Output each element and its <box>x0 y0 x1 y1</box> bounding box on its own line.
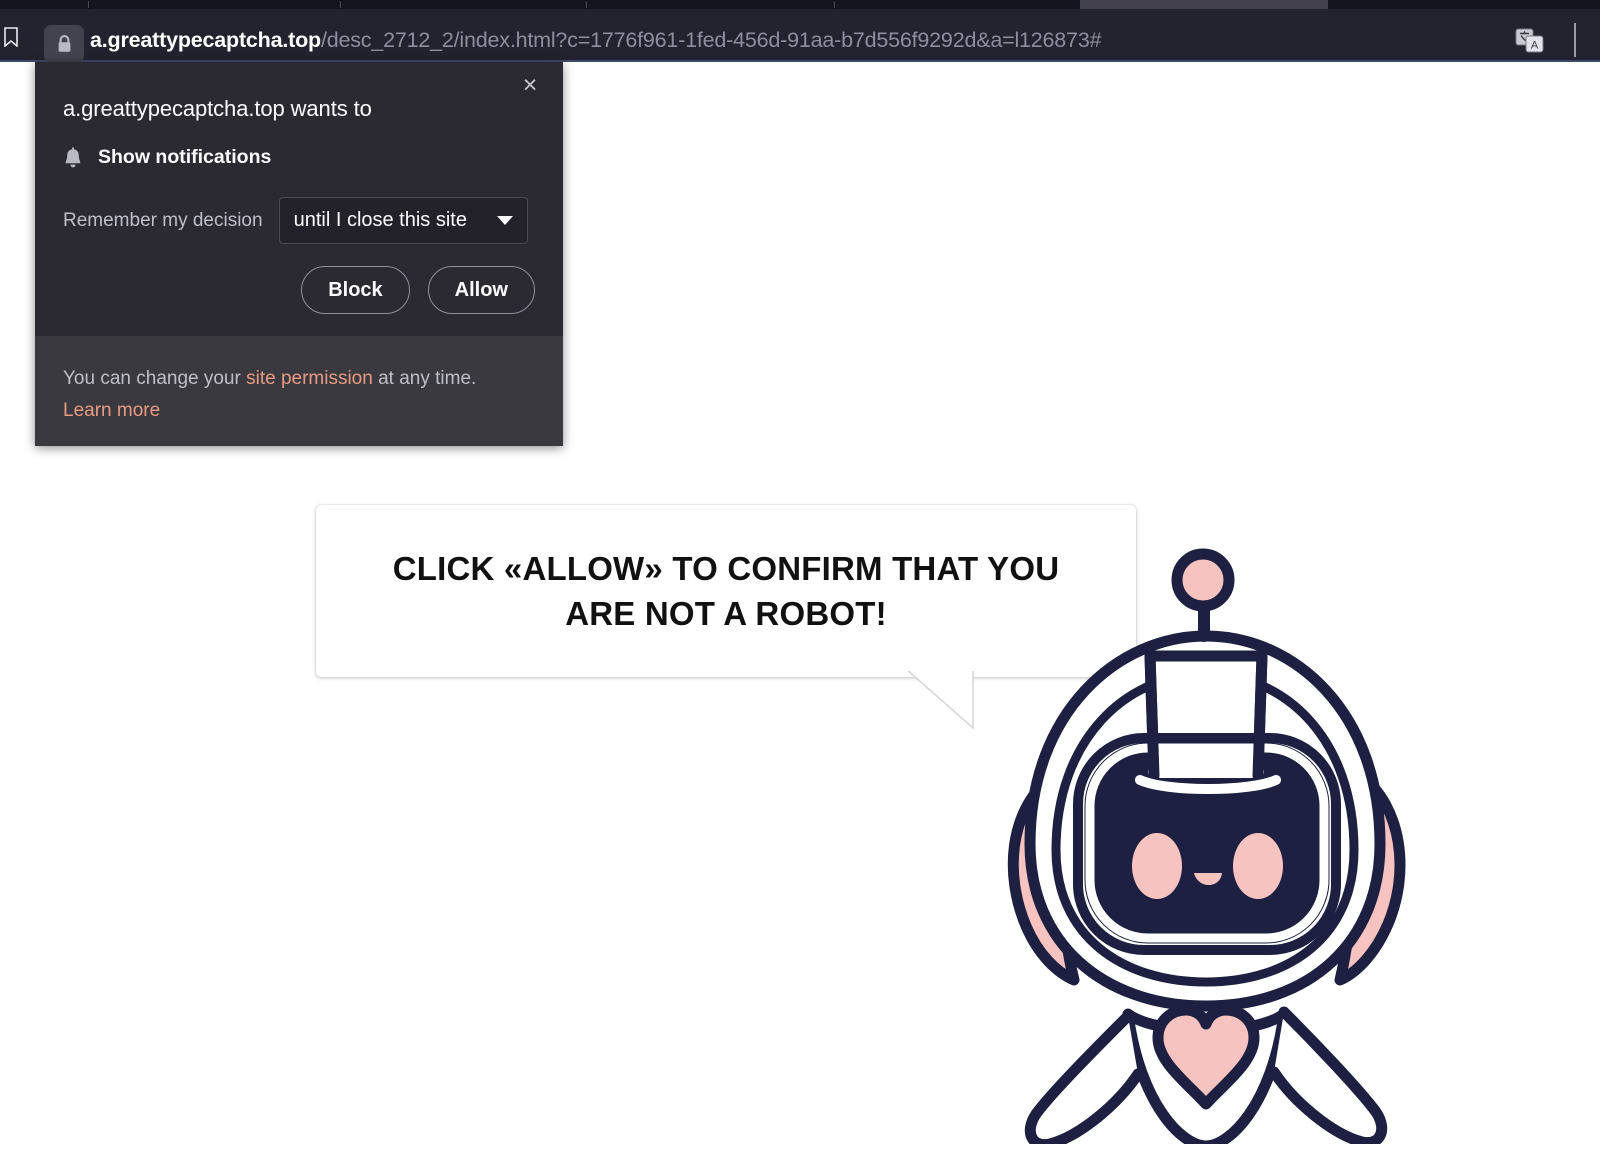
speech-bubble-tail <box>905 668 985 729</box>
url-path: /desc_2712_2/index.html?c=1776f961-1fed-… <box>320 28 1102 52</box>
permission-request-row: Show notifications <box>63 146 535 169</box>
remember-decision-label: Remember my decision <box>63 209 263 231</box>
tab-divider <box>834 1 835 8</box>
permission-popup-footer: You can change your site permission at a… <box>35 336 563 446</box>
svg-text:A: A <box>1531 40 1539 52</box>
url-host: a.greattypecaptcha.top <box>90 28 321 52</box>
bell-icon <box>63 146 83 169</box>
tab-item[interactable] <box>836 0 1080 9</box>
allow-button[interactable]: Allow <box>427 266 535 314</box>
bookmark-icon[interactable] <box>2 27 20 48</box>
tab-item-active[interactable] <box>1080 0 1328 9</box>
notification-permission-popup: × a.greattypecaptcha.top wants to Show n… <box>35 62 563 446</box>
learn-more-link[interactable]: Learn more <box>63 395 535 427</box>
remember-decision-row: Remember my decision until I close this … <box>63 197 535 244</box>
site-permission-link[interactable]: site permission <box>246 368 373 389</box>
permission-buttons: Block Allow <box>301 266 535 314</box>
tab-item[interactable] <box>90 0 340 9</box>
permission-popup-title: a.greattypecaptcha.top wants to <box>63 96 372 121</box>
tab-item[interactable] <box>588 0 834 9</box>
url-text: a.greattypecaptcha.top/desc_2712_2/index… <box>90 26 1102 54</box>
site-info-lock-button[interactable] <box>44 25 84 63</box>
captcha-robot-mascot <box>1007 548 1406 1144</box>
tab-strip <box>0 0 1600 9</box>
permission-popup-body: × a.greattypecaptcha.top wants to Show n… <box>35 62 563 336</box>
tab-item[interactable] <box>1328 0 1600 9</box>
tab-divider <box>586 1 587 8</box>
lock-icon <box>58 35 70 52</box>
footer-suffix: at any time. <box>372 368 477 389</box>
text-cursor <box>1574 23 1576 57</box>
screen: a.greattypecaptcha.top/desc_2712_2/index… <box>0 0 1600 1161</box>
translate-icon[interactable]: A <box>1515 28 1545 54</box>
permission-action-label: Show notifications <box>98 146 272 168</box>
tab-item[interactable] <box>0 0 88 9</box>
tab-divider <box>88 1 89 8</box>
footer-prefix: You can change your <box>63 368 247 389</box>
remember-decision-value: until I close this site <box>293 209 467 231</box>
close-icon[interactable]: × <box>513 68 547 102</box>
block-button[interactable]: Block <box>301 266 410 314</box>
speech-bubble-text: CLICK «ALLOW» TO CONFIRM THAT YOU ARE NO… <box>392 550 1060 632</box>
tab-divider <box>340 1 341 8</box>
remember-decision-select[interactable]: until I close this site <box>278 197 528 244</box>
tab-item[interactable] <box>342 0 586 9</box>
address-bar[interactable]: a.greattypecaptcha.top/desc_2712_2/index… <box>0 9 1600 63</box>
chevron-down-icon <box>496 216 513 225</box>
